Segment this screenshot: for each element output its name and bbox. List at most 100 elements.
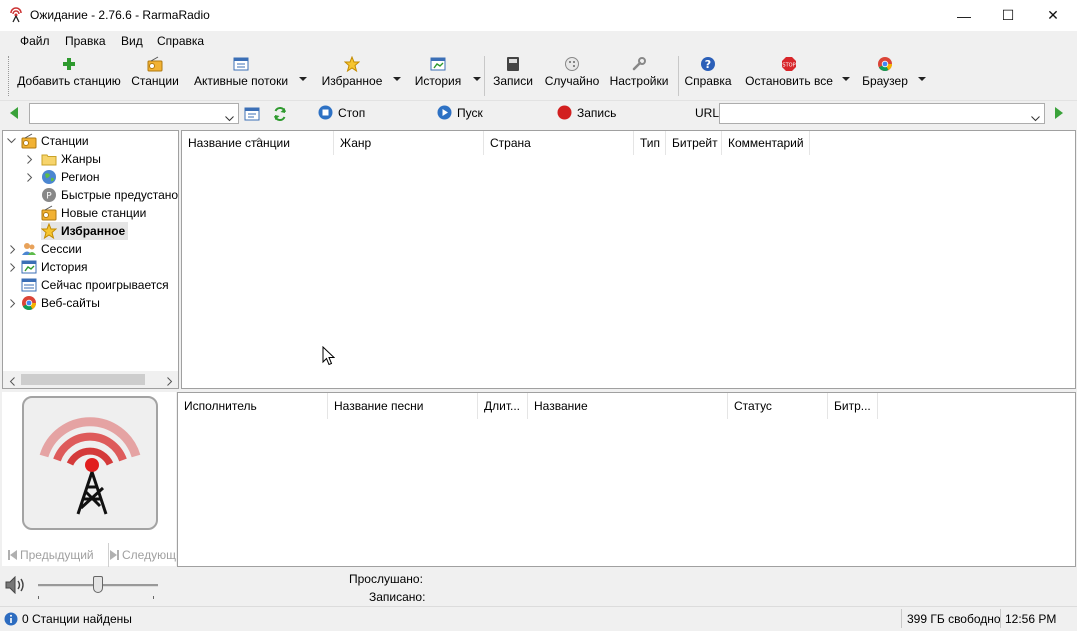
refresh-icon[interactable]: [272, 106, 288, 125]
column-song-title[interactable]: Название песни: [328, 393, 478, 419]
back-arrow-icon[interactable]: [9, 106, 19, 123]
scroll-thumb[interactable]: [21, 374, 145, 385]
radio-tower-icon: [22, 396, 158, 530]
navigation-tree: Станции Жанры Регион P Быстрые предустан…: [2, 130, 179, 389]
menu-help[interactable]: Справка: [155, 34, 206, 48]
menu-file[interactable]: Файл: [18, 34, 52, 48]
chrome-icon: [21, 295, 37, 311]
maximize-button[interactable]: ☐: [985, 0, 1031, 31]
minimize-button[interactable]: —: [941, 0, 987, 31]
add-station-button[interactable]: Добавить станцию: [16, 56, 122, 96]
scroll-right-icon[interactable]: [167, 375, 173, 388]
stop-all-dropdown-icon[interactable]: [842, 72, 850, 81]
tree-item-region[interactable]: Регион: [27, 168, 100, 186]
volume-thumb[interactable]: [93, 576, 103, 593]
volume-slider[interactable]: [38, 575, 158, 599]
toolbar-separator: [484, 56, 485, 96]
station-combo[interactable]: [29, 103, 239, 124]
stop-sign-icon: STOP: [781, 56, 797, 72]
scroll-left-icon[interactable]: [9, 375, 15, 388]
stations-button[interactable]: Станции: [128, 56, 182, 96]
column-country[interactable]: Страна: [484, 131, 634, 155]
dice-icon: [564, 56, 580, 72]
previous-button[interactable]: Предыдущий: [8, 548, 94, 562]
column-bitrate[interactable]: Битрейт: [666, 131, 722, 155]
records-label: Записи: [493, 74, 533, 88]
stop-button[interactable]: Стоп: [318, 105, 365, 120]
stations-label: Станции: [131, 74, 179, 88]
column-bitrate[interactable]: Битр...: [828, 393, 878, 419]
browser-dropdown-icon[interactable]: [918, 72, 926, 81]
songs-table-header: Исполнитель Название песни Длит... Назва…: [178, 393, 1075, 419]
record-label: Запись: [577, 105, 617, 120]
next-icon: [110, 549, 119, 561]
random-button[interactable]: Случайно: [542, 56, 602, 96]
url-label: URL: [695, 106, 720, 120]
records-button[interactable]: Записи: [490, 56, 536, 96]
record-button[interactable]: Запись: [557, 105, 616, 120]
star-icon: [344, 56, 360, 72]
settings-button[interactable]: Настройки: [606, 56, 672, 96]
stations-table-header: Название станции Жанр Страна Тип Битрейт…: [182, 131, 1075, 155]
help-label: Справка: [684, 74, 732, 88]
chevron-right-icon[interactable]: [7, 298, 21, 308]
history-dropdown-icon[interactable]: [473, 72, 481, 81]
chevron-right-icon[interactable]: [27, 172, 41, 182]
active-streams-dropdown-icon[interactable]: [299, 72, 307, 81]
column-station-name[interactable]: Название станции: [182, 131, 334, 155]
play-icon: [437, 105, 452, 120]
chevron-right-icon[interactable]: [27, 154, 41, 164]
app-radio-icon: [8, 7, 24, 23]
tree-item-label: Быстрые предустано: [61, 188, 179, 202]
play-button[interactable]: Пуск: [437, 105, 483, 120]
menu-edit[interactable]: Правка: [63, 34, 108, 48]
stop-icon: [318, 105, 333, 120]
tree-item-favorites[interactable]: Избранное: [41, 222, 129, 240]
column-comment[interactable]: Комментарий: [722, 131, 810, 155]
tree-item-sessions[interactable]: Сессии: [7, 240, 82, 258]
plus-icon: [61, 56, 77, 72]
column-status[interactable]: Статус: [728, 393, 828, 419]
stations-table: Название станции Жанр Страна Тип Битрейт…: [181, 130, 1076, 389]
toolbar-grip[interactable]: [8, 56, 11, 96]
stop-all-button[interactable]: STOP Остановить все: [744, 56, 834, 96]
column-artist[interactable]: Исполнитель: [178, 393, 328, 419]
favorites-button[interactable]: Избранное: [318, 56, 386, 96]
recorded-label: Записано:: [369, 590, 426, 604]
tree-item-websites[interactable]: Веб-сайты: [7, 294, 100, 312]
close-button[interactable]: ✕: [1030, 0, 1076, 31]
tree-item-quick-presets[interactable]: P Быстрые предустано: [41, 186, 178, 204]
speaker-icon[interactable]: [5, 575, 29, 597]
tree-item-label: Жанры: [61, 152, 101, 166]
favorites-label: Избранное: [321, 74, 383, 88]
help-button[interactable]: ? Справка: [684, 56, 732, 96]
tree-item-history[interactable]: История: [7, 258, 88, 276]
chevron-down-icon: [225, 111, 234, 125]
tree-item-now-playing[interactable]: Сейчас проигрывается: [21, 276, 169, 294]
history-button[interactable]: История: [410, 56, 466, 96]
tree-item-label: Регион: [61, 170, 100, 184]
tree-item-genres[interactable]: Жанры: [27, 150, 101, 168]
go-arrow-icon[interactable]: [1054, 106, 1064, 123]
menu-view[interactable]: Вид: [119, 34, 145, 48]
chevron-down-icon: [1031, 111, 1040, 125]
url-combo[interactable]: [719, 103, 1045, 124]
tree-item-stations[interactable]: Станции: [7, 132, 89, 150]
next-button[interactable]: Следующий: [110, 548, 176, 562]
favorites-dropdown-icon[interactable]: [393, 72, 401, 81]
column-duration[interactable]: Длит...: [478, 393, 528, 419]
tree-horizontal-scrollbar[interactable]: [3, 371, 178, 388]
random-label: Случайно: [544, 74, 600, 88]
chevron-right-icon[interactable]: [7, 244, 21, 254]
chevron-right-icon[interactable]: [7, 262, 21, 272]
active-streams-button[interactable]: Активные потоки: [190, 56, 292, 96]
column-type[interactable]: Тип: [634, 131, 666, 155]
column-name[interactable]: Название: [528, 393, 728, 419]
tree-item-new-stations[interactable]: Новые станции: [41, 204, 146, 222]
next-label: Следующий: [122, 548, 176, 562]
add-station-label: Добавить станцию: [17, 74, 121, 88]
browser-button[interactable]: Браузер: [858, 56, 912, 96]
column-genre[interactable]: Жанр: [334, 131, 484, 155]
chevron-down-icon[interactable]: [7, 138, 21, 144]
station-list-icon[interactable]: [244, 106, 260, 125]
